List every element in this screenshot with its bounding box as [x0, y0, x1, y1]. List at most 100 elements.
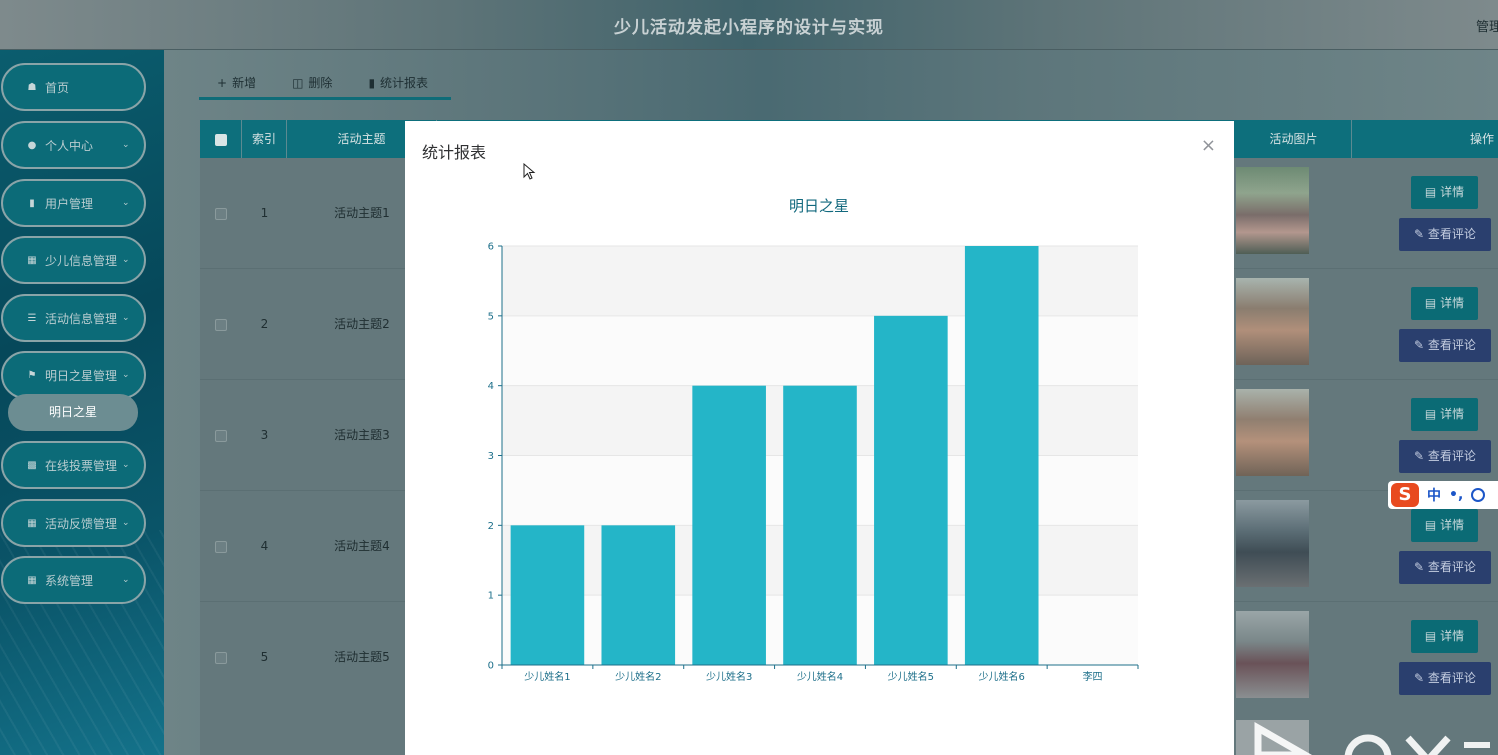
delete-label: 删除: [308, 76, 333, 90]
y-tick-label: 2: [488, 521, 494, 532]
x-tick-label: 少儿姓名6: [979, 670, 1025, 683]
checkbox-box: [215, 429, 227, 442]
detail-label: 详情: [1440, 407, 1465, 421]
comment-label: 查看评论: [1427, 449, 1476, 463]
row-checkbox[interactable]: [200, 491, 242, 601]
x-tick-label: 少儿姓名2: [615, 670, 661, 683]
detail-label: 详情: [1440, 518, 1465, 532]
chevron-down-icon: ⌄: [122, 518, 130, 528]
row-index: 1: [260, 206, 269, 220]
home-icon: ☗: [27, 81, 37, 93]
detail-button[interactable]: ▤ 详情: [1411, 176, 1478, 209]
grid-icon: ▦: [27, 254, 37, 266]
sidebar-item-vote-management[interactable]: ▩ 在线投票管理 ⌄: [1, 441, 146, 489]
detail-label: 详情: [1440, 296, 1465, 310]
row-index: 3: [260, 428, 269, 442]
view-comments-button[interactable]: ✎ 查看评论: [1399, 218, 1491, 251]
x-tick-label: 少儿姓名5: [888, 670, 934, 683]
ime-logo-icon: S: [1391, 483, 1419, 507]
sidebar-item-label: 活动反馈管理: [45, 516, 118, 531]
add-button[interactable]: + 新增: [199, 68, 274, 97]
detail-button[interactable]: ▤ 详情: [1411, 287, 1478, 320]
row-index: 4: [260, 539, 269, 553]
detail-button[interactable]: ▤ 详情: [1411, 509, 1478, 542]
activity-thumbnail[interactable]: [1236, 278, 1309, 365]
edit-icon: ✎: [1414, 671, 1428, 685]
sidebar-item-feedback-management[interactable]: ▦ 活动反馈管理 ⌄: [1, 499, 146, 547]
view-comments-button[interactable]: ✎ 查看评论: [1399, 329, 1491, 362]
app-header: 少儿活动发起小程序的设计与实现 管理: [0, 0, 1498, 50]
chevron-down-icon: ⌄: [122, 255, 130, 265]
sidebar-item-label: 个人中心: [45, 138, 94, 153]
sidebar-item-system-management[interactable]: ▦ 系统管理 ⌄: [1, 556, 146, 604]
row-checkbox[interactable]: [200, 380, 242, 490]
row-index: 2: [260, 317, 269, 331]
chevron-down-icon: ⌄: [122, 140, 130, 150]
comment-label: 查看评论: [1427, 338, 1476, 352]
sidebar-item-home[interactable]: ☗ 首页: [1, 63, 146, 111]
grid-icon: ▦: [27, 517, 37, 529]
y-tick-label: 6: [488, 242, 494, 253]
grid-icon: ▦: [27, 574, 37, 586]
ime-toolbar[interactable]: S 中 •,: [1388, 481, 1498, 509]
add-label: 新增: [232, 76, 257, 90]
view-comments-button[interactable]: ✎ 查看评论: [1399, 662, 1491, 695]
report-dialog: 统计报表 × 0 1 2 3 4 5 6 少儿姓名1 少儿姓名2 少儿姓名3 少儿姓名4 少儿姓名5 少…: [405, 121, 1234, 755]
edit-icon: ✎: [1414, 338, 1428, 352]
sidebar-subitem-star[interactable]: 明日之星: [8, 394, 138, 431]
admin-link[interactable]: 管理: [1476, 16, 1498, 35]
checkbox-box: [215, 651, 227, 664]
watermark-logo: [1254, 721, 1490, 755]
sidebar-item-label: 用户管理: [45, 196, 94, 211]
ime-mode[interactable]: 中: [1427, 485, 1441, 505]
emoji-icon[interactable]: [1471, 488, 1486, 502]
select-all-checkbox[interactable]: [200, 120, 242, 158]
grid-band: [502, 246, 1138, 316]
y-tick-label: 1: [488, 591, 494, 602]
detail-button[interactable]: ▤ 详情: [1411, 398, 1478, 431]
document-icon: ▤: [1424, 407, 1441, 421]
y-tick-label: 4: [488, 381, 494, 392]
bar-少儿姓名2[interactable]: [601, 525, 676, 665]
bar-chart: 0123456少儿姓名1 少儿姓名2 少儿姓名3 少儿姓名4 少儿姓名5 少儿姓名6 李四 …: [488, 197, 1139, 683]
row-checkbox[interactable]: [200, 158, 242, 268]
sidebar-item-user-management[interactable]: ▮ 用户管理 ⌄: [1, 179, 146, 227]
view-comments-button[interactable]: ✎ 查看评论: [1399, 440, 1491, 473]
sidebar-item-star-management[interactable]: ⚑ 明日之星管理 ⌄: [1, 351, 146, 399]
chevron-down-icon: ⌄: [122, 198, 130, 208]
delete-button[interactable]: ◫ 删除: [274, 68, 350, 97]
activity-thumbnail[interactable]: [1236, 389, 1309, 476]
x-tick-label: 李四: [1083, 670, 1103, 683]
view-comments-button[interactable]: ✎ 查看评论: [1399, 551, 1491, 584]
toolbar: + 新增 ◫ 删除 ▮ 统计报表: [199, 68, 451, 100]
app-title: 少儿活动发起小程序的设计与实现: [614, 18, 884, 38]
sidebar-item-child-info[interactable]: ▦ 少儿信息管理 ⌄: [1, 236, 146, 284]
bar-少儿姓名3[interactable]: [692, 385, 766, 665]
activity-thumbnail[interactable]: [1236, 611, 1309, 698]
sidebar-item-label: 首页: [45, 80, 70, 95]
bar-少儿姓名5[interactable]: [874, 315, 948, 665]
header-picture: 活动图片: [1236, 120, 1352, 158]
activity-thumbnail[interactable]: [1236, 500, 1309, 587]
row-checkbox[interactable]: [200, 269, 242, 379]
activity-thumbnail[interactable]: [1236, 167, 1309, 254]
bar-少儿姓名1[interactable]: [510, 525, 585, 665]
sidebar-item-label: 少儿信息管理: [45, 253, 118, 268]
checkbox-box: [215, 540, 227, 553]
y-tick-label: 0: [488, 661, 494, 672]
sidebar-item-activity-info[interactable]: ☰ 活动信息管理 ⌄: [1, 294, 146, 342]
ime-punctuation[interactable]: •,: [1449, 487, 1463, 503]
document-icon: ▤: [1424, 629, 1441, 643]
detail-label: 详情: [1440, 629, 1465, 643]
report-button[interactable]: ▮ 统计报表: [350, 68, 446, 97]
row-checkbox[interactable]: [200, 602, 242, 712]
bar-少儿姓名4[interactable]: [783, 385, 857, 665]
bar-少儿姓名6[interactable]: [964, 246, 1039, 665]
report-label: 统计报表: [380, 76, 429, 90]
chevron-down-icon: ⌄: [122, 370, 130, 380]
detail-button[interactable]: ▤ 详情: [1411, 620, 1478, 653]
comment-label: 查看评论: [1427, 227, 1476, 241]
sidebar-item-personal-center[interactable]: ● 个人中心 ⌄: [1, 121, 146, 169]
checkbox-box: [214, 133, 227, 146]
bar-chart-icon: ▮: [368, 75, 376, 90]
